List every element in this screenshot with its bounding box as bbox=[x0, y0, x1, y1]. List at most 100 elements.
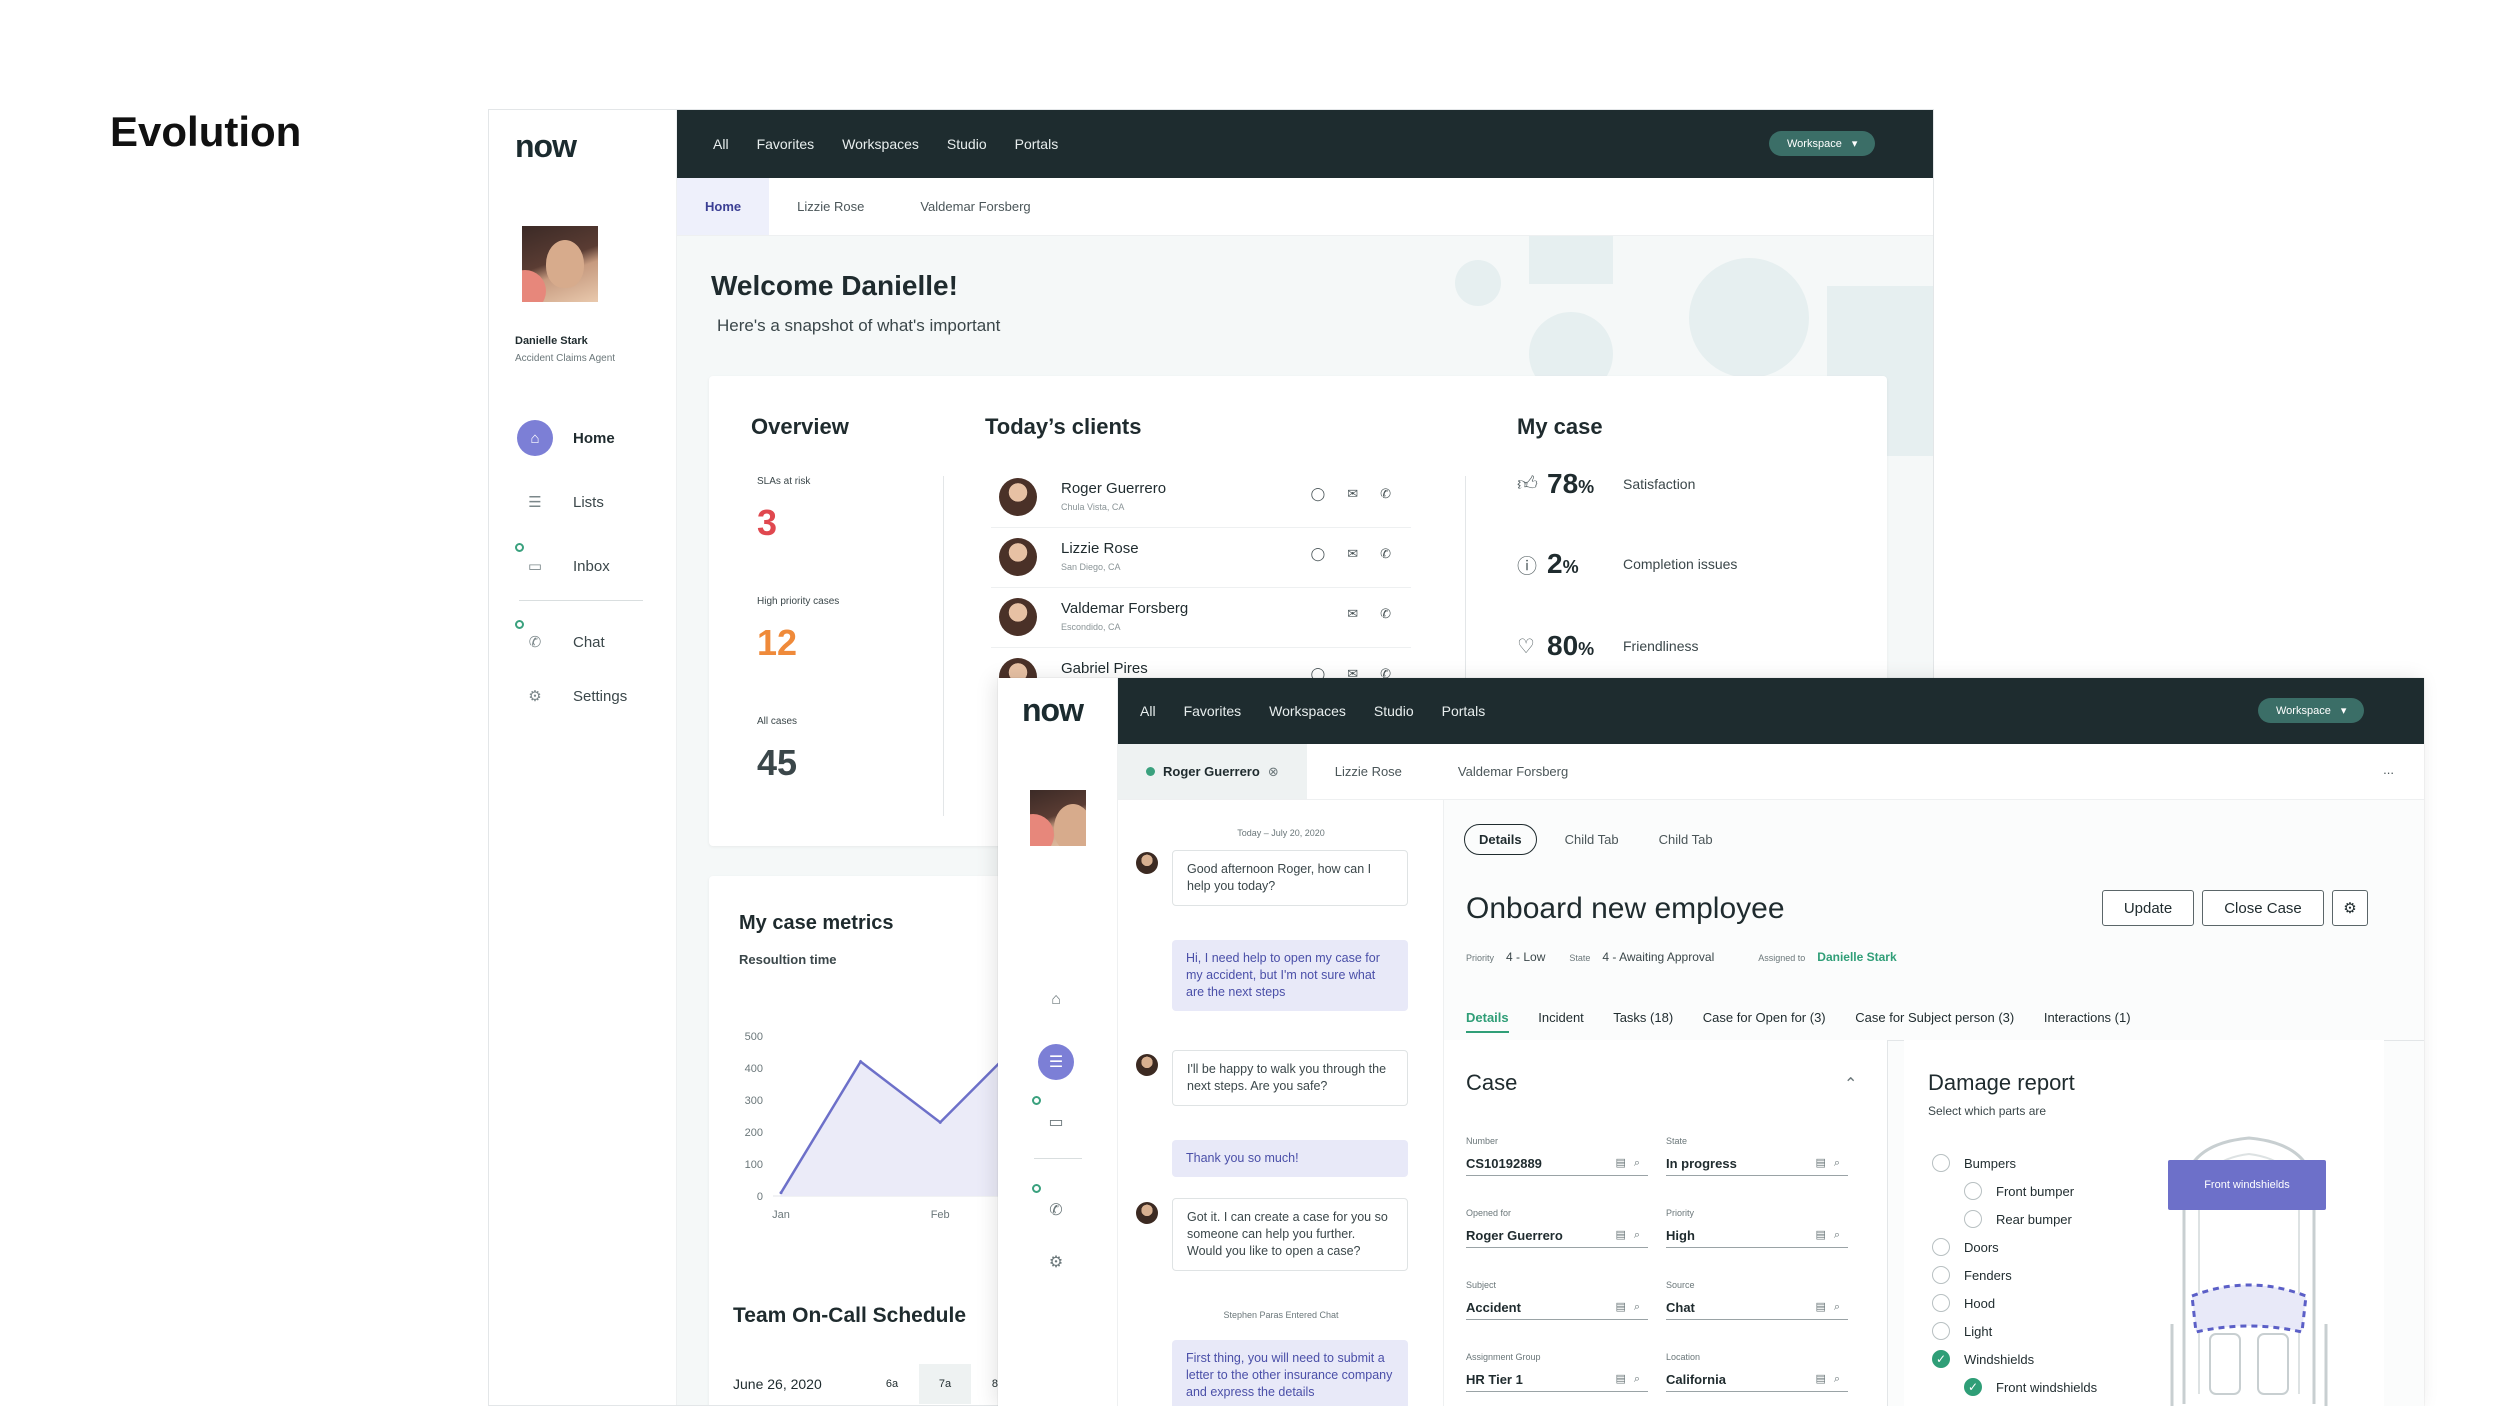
mail-icon[interactable]: ✉ bbox=[1347, 606, 1358, 622]
chat-message: First thing, you will need to submit a l… bbox=[1172, 1340, 1408, 1406]
schedule-slot[interactable]: 7a bbox=[919, 1364, 971, 1404]
tab-home[interactable]: Home bbox=[677, 178, 770, 235]
divider bbox=[943, 476, 944, 816]
chat-icon[interactable]: ◯ bbox=[1311, 486, 1326, 502]
phone-icon[interactable]: ✆ bbox=[1380, 546, 1391, 562]
menu-all[interactable]: All bbox=[1140, 703, 1156, 719]
phone-icon[interactable]: ✆ bbox=[1038, 1192, 1074, 1228]
list-item[interactable]: Roger Guerrero Chula Vista, CA ◯ ✉ ✆ bbox=[991, 468, 1411, 528]
tab-tasks[interactable]: Tasks (18) bbox=[1613, 1010, 1673, 1025]
field-label: Priority bbox=[1666, 1208, 1695, 1218]
inbox-icon[interactable]: ▭ bbox=[1038, 1104, 1074, 1140]
list-item[interactable]: Valdemar Forsberg Escondido, CA ✉ ✆ bbox=[991, 588, 1411, 648]
y-tick-label: 100 bbox=[745, 1159, 763, 1171]
my-case-title: My case bbox=[1517, 414, 1603, 439]
checkbox-bumpers[interactable]: Bumpers bbox=[1932, 1154, 2016, 1172]
menu-favorites[interactable]: Favorites bbox=[1184, 703, 1242, 719]
decoration bbox=[1529, 236, 1613, 284]
menu-workspaces[interactable]: Workspaces bbox=[842, 136, 919, 152]
home-icon[interactable]: ⌂ bbox=[1038, 982, 1074, 1018]
field-number[interactable]: Number CS10192889 ▤⌕ bbox=[1466, 1136, 1648, 1176]
checkbox-rear-bumper[interactable]: Rear bumper bbox=[1964, 1210, 2072, 1228]
menu-studio[interactable]: Studio bbox=[947, 136, 987, 152]
checkbox-label: Front bumper bbox=[1996, 1183, 2075, 1199]
field-subject[interactable]: Subject Accident ▤⌕ bbox=[1466, 1280, 1648, 1320]
tab-incident[interactable]: Incident bbox=[1538, 1010, 1584, 1025]
checkbox-doors[interactable]: Doors bbox=[1932, 1238, 1999, 1256]
tab-valdemar-forsberg[interactable]: Valdemar Forsberg bbox=[1430, 744, 1596, 799]
phone-icon[interactable]: ✆ bbox=[1380, 606, 1391, 622]
tab-case-subject[interactable]: Case for Subject person (3) bbox=[1855, 1010, 2014, 1025]
field-label: Subject bbox=[1466, 1280, 1497, 1290]
menu-portals[interactable]: Portals bbox=[1015, 136, 1059, 152]
gear-icon[interactable]: ⚙ bbox=[1038, 1244, 1074, 1280]
sidebar-item-chat[interactable]: ✆ Chat bbox=[517, 624, 605, 660]
tab-valdemar-forsberg[interactable]: Valdemar Forsberg bbox=[892, 178, 1058, 235]
field-opened-for[interactable]: Opened for Roger Guerrero ▤⌕ bbox=[1466, 1208, 1648, 1248]
checkbox-fenders[interactable]: Fenders bbox=[1932, 1266, 2012, 1284]
more-icon[interactable]: ... bbox=[2383, 762, 2394, 777]
menu-workspaces[interactable]: Workspaces bbox=[1269, 703, 1346, 719]
phone-icon: ✆ bbox=[528, 634, 542, 651]
workspace-dropdown[interactable]: Workspace ▾ bbox=[1769, 131, 1876, 156]
close-icon[interactable]: ⊗ bbox=[1268, 764, 1279, 780]
checkbox-windshields[interactable]: ✓ Windshields bbox=[1932, 1350, 2034, 1368]
case-detail: Details Child Tab Child Tab Onboard new … bbox=[1444, 800, 2424, 1406]
list-icon[interactable]: ☰ bbox=[1038, 1044, 1074, 1080]
sidebar-item-lists[interactable]: ☰ Lists bbox=[517, 484, 604, 520]
field-source[interactable]: Source Chat ▤⌕ bbox=[1666, 1280, 1848, 1320]
top-navigation: All Favorites Workspaces Studio Portals … bbox=[1118, 678, 2424, 744]
workspace-label: Workspace bbox=[2276, 704, 2331, 717]
x-tick-label: Feb bbox=[931, 1209, 950, 1221]
schedule-slot[interactable]: 6a bbox=[867, 1364, 917, 1404]
chevron-up-icon[interactable]: ⌃ bbox=[1844, 1074, 1857, 1094]
field-location[interactable]: Location California ▤⌕ bbox=[1666, 1352, 1848, 1392]
sidebar-item-inbox[interactable]: ▭ Inbox bbox=[517, 548, 610, 584]
list-item[interactable]: Lizzie Rose San Diego, CA ◯ ✉ ✆ bbox=[991, 528, 1411, 588]
checkbox-label: Windshields bbox=[1964, 1351, 2035, 1367]
menu-studio[interactable]: Studio bbox=[1374, 703, 1414, 719]
divider bbox=[519, 600, 643, 601]
tab-roger-guerrero[interactable]: Roger Guerrero ⊗ bbox=[1118, 744, 1307, 799]
tab-details[interactable]: Details bbox=[1466, 1010, 1509, 1033]
mail-icon[interactable]: ✉ bbox=[1347, 546, 1358, 562]
damage-report: Damage report Select which parts are Bum… bbox=[1904, 1040, 2384, 1406]
phone-icon[interactable]: ✆ bbox=[1380, 486, 1391, 502]
field-priority[interactable]: Priority High ▤⌕ bbox=[1666, 1208, 1848, 1248]
checkbox-front-bumper[interactable]: Front bumper bbox=[1964, 1182, 2074, 1200]
assigned-link[interactable]: Danielle Stark bbox=[1817, 950, 1896, 964]
menu-portals[interactable]: Portals bbox=[1442, 703, 1486, 719]
field-state[interactable]: State In progress ▤⌕ bbox=[1666, 1136, 1848, 1176]
tab-interactions[interactable]: Interactions (1) bbox=[2044, 1010, 2131, 1025]
sidebar-item-home[interactable]: ⌂ Home bbox=[517, 420, 615, 456]
avatar bbox=[522, 226, 598, 302]
sidebar-item-settings[interactable]: ⚙ Settings bbox=[517, 678, 627, 714]
mail-icon[interactable]: ✉ bbox=[1347, 486, 1358, 502]
workspace-dropdown[interactable]: Workspace ▾ bbox=[2258, 698, 2365, 723]
menu-favorites[interactable]: Favorites bbox=[757, 136, 815, 152]
tab-case-open-for[interactable]: Case for Open for (3) bbox=[1703, 1010, 1826, 1025]
checkbox-label: Doors bbox=[1964, 1239, 1999, 1255]
checkbox-light[interactable]: Light bbox=[1932, 1322, 1992, 1340]
case-section: Case ⌃ Number CS10192889 ▤⌕ State In progre… bbox=[1444, 1040, 1888, 1406]
damage-callout[interactable]: Front windshields bbox=[2168, 1160, 2326, 1210]
checkbox bbox=[1932, 1322, 1950, 1340]
checkbox-front-windshields[interactable]: ✓ Front windshields bbox=[1964, 1378, 2097, 1396]
menu-all[interactable]: All bbox=[713, 136, 729, 152]
checkbox-hood[interactable]: Hood bbox=[1932, 1294, 1995, 1312]
field-label: Source bbox=[1666, 1280, 1695, 1290]
field-assignment-group[interactable]: Assignment Group HR Tier 1 ▤⌕ bbox=[1466, 1352, 1648, 1392]
state-value: 4 - Awaiting Approval bbox=[1602, 950, 1715, 964]
tab-child[interactable]: Child Tab bbox=[1647, 824, 1725, 855]
tab-child[interactable]: Child Tab bbox=[1553, 824, 1631, 855]
gear-icon[interactable]: ⚙ bbox=[2332, 890, 2368, 926]
close-case-button[interactable]: Close Case bbox=[2202, 890, 2324, 926]
tab-lizzie-rose[interactable]: Lizzie Rose bbox=[1307, 744, 1430, 799]
chat-icon[interactable]: ◯ bbox=[1311, 546, 1326, 562]
checkbox-label: Front windshields bbox=[1996, 1379, 2098, 1395]
metric-label: Friendliness bbox=[1623, 638, 1699, 654]
tab-details[interactable]: Details bbox=[1464, 824, 1537, 855]
update-button[interactable]: Update bbox=[2102, 890, 2194, 926]
check-icon: ✓ bbox=[1964, 1378, 1982, 1396]
tab-lizzie-rose[interactable]: Lizzie Rose bbox=[769, 178, 892, 235]
